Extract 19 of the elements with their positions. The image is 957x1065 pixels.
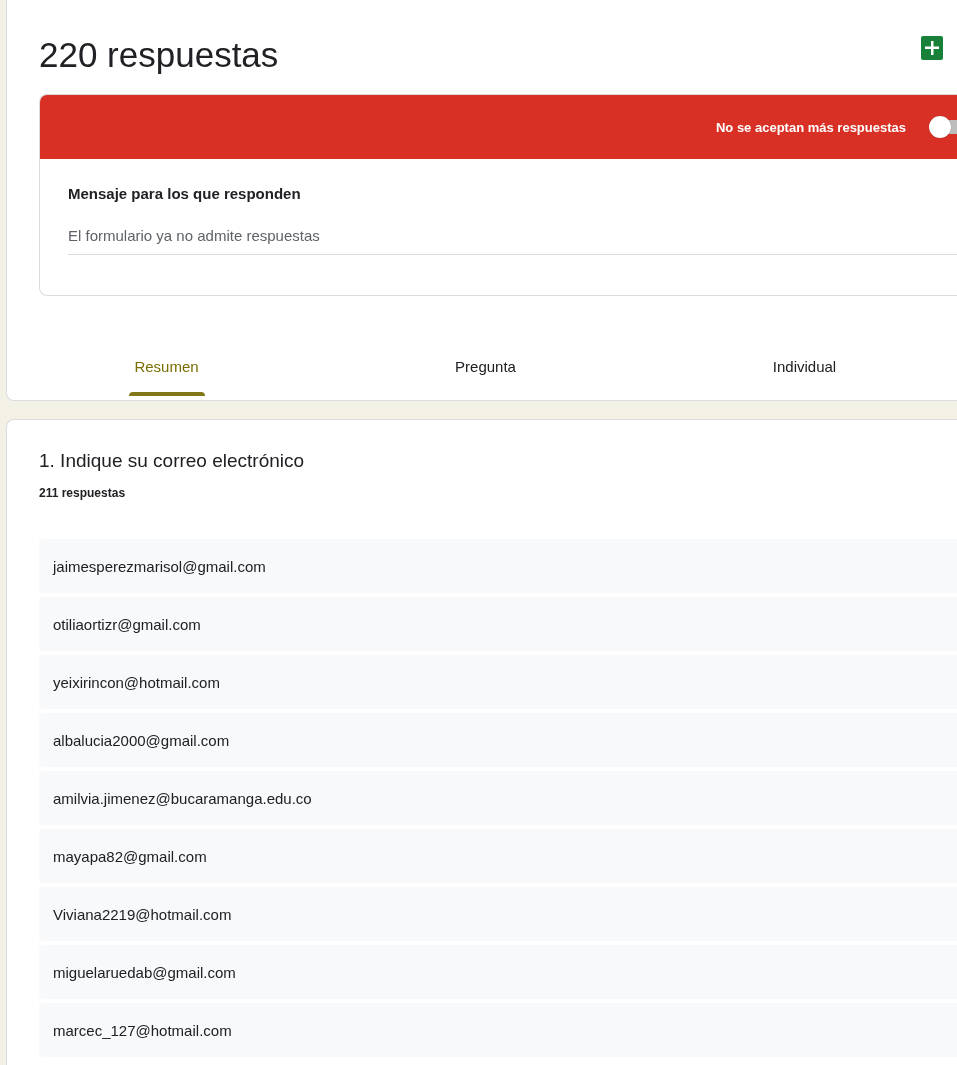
- response-count: 211 respuestas: [39, 486, 126, 500]
- tab[interactable]: Pregunta: [326, 336, 645, 396]
- question-title: 1. Indique su correo electrónico: [39, 450, 305, 472]
- answer-row: otiliaortizr@gmail.com: [39, 597, 957, 651]
- answer-row: mayapa82@gmail.com: [39, 829, 957, 883]
- answer-row: amilvia.jimenez@bucaramanga.edu.co: [39, 771, 957, 825]
- message-field[interactable]: El formulario ya no admite respuestas: [68, 223, 957, 255]
- answer-row: yeixirincon@hotmail.com: [39, 655, 957, 709]
- answer-row: Viviana2219@hotmail.com: [39, 887, 957, 941]
- answer-row: jaimesperezmarisol@gmail.com: [39, 539, 957, 593]
- answer-row: albalucia2000@gmail.com: [39, 713, 957, 767]
- answer-row: miguelaruedab@gmail.com: [39, 945, 957, 999]
- banner-label: No se aceptan más respuestas: [715, 119, 906, 135]
- tab[interactable]: Individual: [645, 336, 957, 396]
- responses-title: 220 respuestas: [39, 35, 279, 75]
- message-label: Mensaje para los que responden: [68, 185, 301, 202]
- tab[interactable]: Resumen: [7, 336, 326, 396]
- spreadsheet-icon[interactable]: [921, 36, 943, 60]
- answer-row: marcec_127@hotmail.com: [39, 1003, 957, 1057]
